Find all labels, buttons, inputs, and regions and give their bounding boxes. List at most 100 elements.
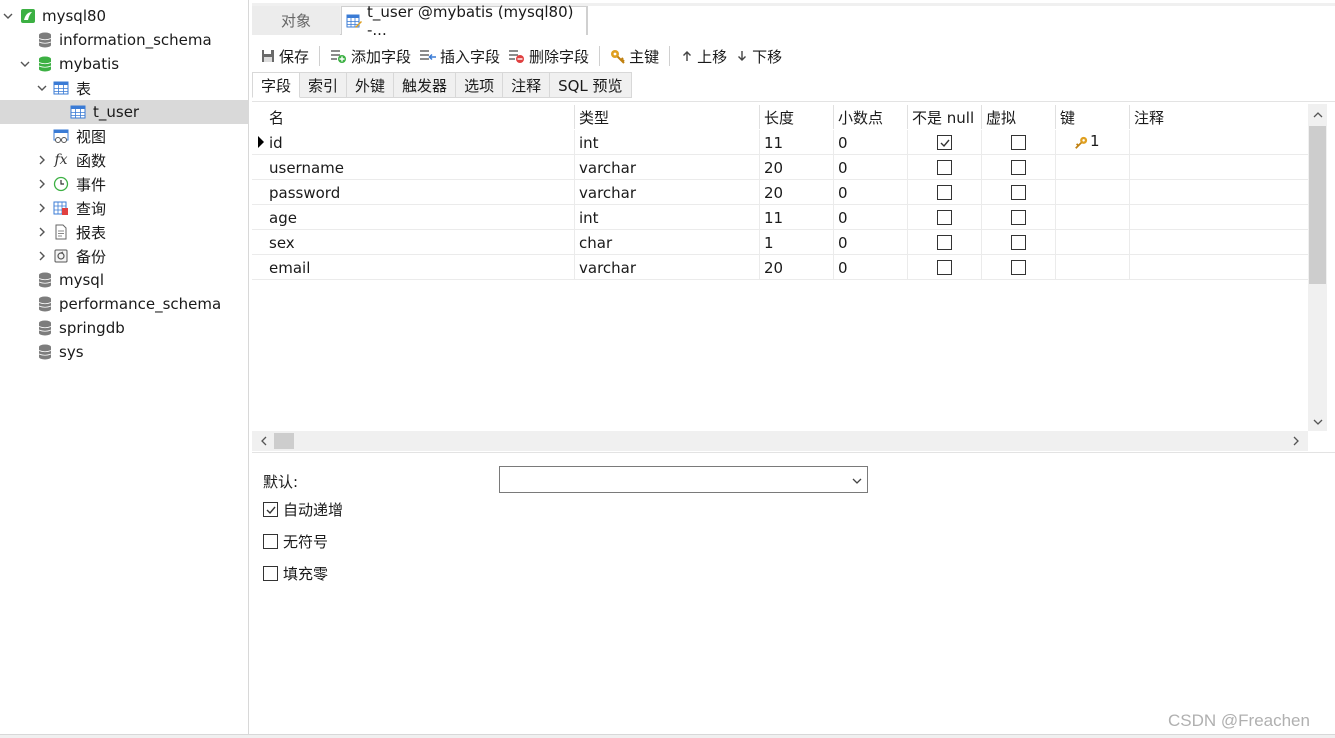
column-header-name[interactable]: 名 [265, 105, 575, 129]
column-header-comment[interactable]: 注释 [1130, 105, 1308, 129]
tree-item-reports[interactable]: 报表 [0, 220, 249, 244]
column-header-type[interactable]: 类型 [575, 105, 760, 129]
default-value-select[interactable] [499, 466, 868, 493]
cell-key[interactable] [1056, 155, 1130, 180]
cell-key[interactable] [1056, 180, 1130, 205]
virtual-checkbox[interactable] [1011, 160, 1026, 175]
cell-length[interactable]: 11 [760, 130, 834, 155]
chevron-right-icon[interactable] [36, 154, 48, 166]
column-header-virtual[interactable]: 虚拟 [982, 105, 1056, 129]
auto-increment-checkbox[interactable]: 自动递增 [263, 499, 343, 520]
cell-key[interactable] [1056, 230, 1130, 255]
column-header-not-null[interactable]: 不是 null [908, 105, 982, 129]
tree-item-db-information-schema[interactable]: information_schema [0, 28, 249, 52]
table-row[interactable]: username varchar 20 0 [252, 155, 1308, 180]
subtab-sql-preview[interactable]: SQL 预览 [550, 72, 632, 98]
cell-name[interactable]: sex [265, 230, 575, 255]
virtual-checkbox[interactable] [1011, 235, 1026, 250]
cell-decimals[interactable]: 0 [834, 130, 908, 155]
subtab-triggers[interactable]: 触发器 [394, 72, 457, 98]
chevron-right-icon[interactable] [36, 202, 48, 214]
chevron-down-icon[interactable] [19, 58, 31, 70]
chevron-right-icon[interactable] [36, 226, 48, 238]
checkbox-box[interactable] [263, 534, 278, 549]
scroll-right-icon[interactable] [1286, 431, 1306, 451]
tab-objects[interactable]: 对象 [252, 6, 340, 35]
virtual-checkbox[interactable] [1011, 135, 1026, 150]
column-header-length[interactable]: 长度 [760, 105, 834, 129]
cell-name[interactable]: email [265, 255, 575, 280]
cell-type[interactable]: char [575, 230, 760, 255]
table-row[interactable]: id int 11 0 1 [252, 130, 1308, 155]
cell-length[interactable]: 20 [760, 180, 834, 205]
chevron-down-icon[interactable] [851, 473, 863, 485]
column-header-key[interactable]: 键 [1056, 105, 1130, 129]
scrollbar-thumb[interactable] [274, 433, 294, 449]
subtab-options[interactable]: 选项 [456, 72, 504, 98]
tree-item-backups[interactable]: 备份 [0, 244, 249, 268]
cell-comment[interactable] [1130, 205, 1308, 230]
cell-type[interactable]: varchar [575, 155, 760, 180]
zerofill-checkbox[interactable]: 填充零 [263, 563, 328, 584]
cell-comment[interactable] [1130, 130, 1308, 155]
cell-comment[interactable] [1130, 180, 1308, 205]
checkbox-box[interactable] [263, 502, 278, 517]
not-null-checkbox[interactable] [937, 160, 952, 175]
virtual-checkbox[interactable] [1011, 260, 1026, 275]
primary-key-button[interactable]: 主键 [606, 42, 663, 70]
fields-grid[interactable]: 名 类型 长度 小数点 不是 null 虚拟 键 注释 id int 11 0 1 use… [252, 101, 1335, 431]
cell-key[interactable] [1056, 255, 1130, 280]
cell-decimals[interactable]: 0 [834, 205, 908, 230]
grid-vertical-scrollbar[interactable] [1308, 104, 1327, 431]
scroll-up-icon[interactable] [1308, 106, 1327, 124]
move-down-button[interactable]: 下移 [731, 42, 786, 70]
column-header-decimals[interactable]: 小数点 [834, 105, 908, 129]
chevron-right-icon[interactable] [36, 250, 48, 262]
chevron-down-icon[interactable] [2, 10, 14, 22]
cell-comment[interactable] [1130, 230, 1308, 255]
chevron-down-icon[interactable] [36, 82, 48, 94]
tree-item-tables[interactable]: 表 [0, 76, 249, 100]
not-null-checkbox[interactable] [937, 135, 952, 150]
grid-horizontal-scrollbar[interactable] [252, 431, 1308, 451]
cell-decimals[interactable]: 0 [834, 155, 908, 180]
not-null-checkbox[interactable] [937, 260, 952, 275]
cell-comment[interactable] [1130, 155, 1308, 180]
cell-length[interactable]: 11 [760, 205, 834, 230]
cell-decimals[interactable]: 0 [834, 255, 908, 280]
cell-type[interactable]: varchar [575, 180, 760, 205]
cell-type[interactable]: int [575, 130, 760, 155]
save-button[interactable]: 保存 [256, 42, 313, 70]
object-tree[interactable]: mysql80 information_schema mybatis 表 t_u… [0, 0, 249, 738]
cell-key[interactable] [1056, 205, 1130, 230]
cell-comment[interactable] [1130, 255, 1308, 280]
subtab-comment[interactable]: 注释 [503, 72, 551, 98]
tree-item-db-mysql[interactable]: mysql [0, 268, 249, 292]
cell-length[interactable]: 20 [760, 255, 834, 280]
unsigned-checkbox[interactable]: 无符号 [263, 531, 328, 552]
table-row[interactable]: age int 11 0 [252, 205, 1308, 230]
not-null-checkbox[interactable] [937, 235, 952, 250]
subtab-indexes[interactable]: 索引 [300, 72, 348, 98]
tree-item-views[interactable]: 视图 [0, 124, 249, 148]
insert-field-button[interactable]: 插入字段 [415, 42, 504, 70]
table-row[interactable]: sex char 1 0 [252, 230, 1308, 255]
not-null-checkbox[interactable] [937, 185, 952, 200]
delete-field-button[interactable]: 删除字段 [504, 42, 593, 70]
cell-type[interactable]: varchar [575, 255, 760, 280]
tree-item-table-t-user[interactable]: t_user [0, 100, 249, 124]
cell-name[interactable]: id [265, 130, 575, 155]
checkbox-box[interactable] [263, 566, 278, 581]
not-null-checkbox[interactable] [937, 210, 952, 225]
scrollbar-thumb[interactable] [1309, 126, 1326, 284]
tree-item-events[interactable]: 事件 [0, 172, 249, 196]
virtual-checkbox[interactable] [1011, 210, 1026, 225]
cell-length[interactable]: 1 [760, 230, 834, 255]
cell-type[interactable]: int [575, 205, 760, 230]
tree-item-db-springdb[interactable]: springdb [0, 316, 249, 340]
table-row[interactable]: email varchar 20 0 [252, 255, 1308, 280]
virtual-checkbox[interactable] [1011, 185, 1026, 200]
cell-length[interactable]: 20 [760, 155, 834, 180]
scroll-down-icon[interactable] [1308, 413, 1327, 431]
chevron-right-icon[interactable] [36, 178, 48, 190]
